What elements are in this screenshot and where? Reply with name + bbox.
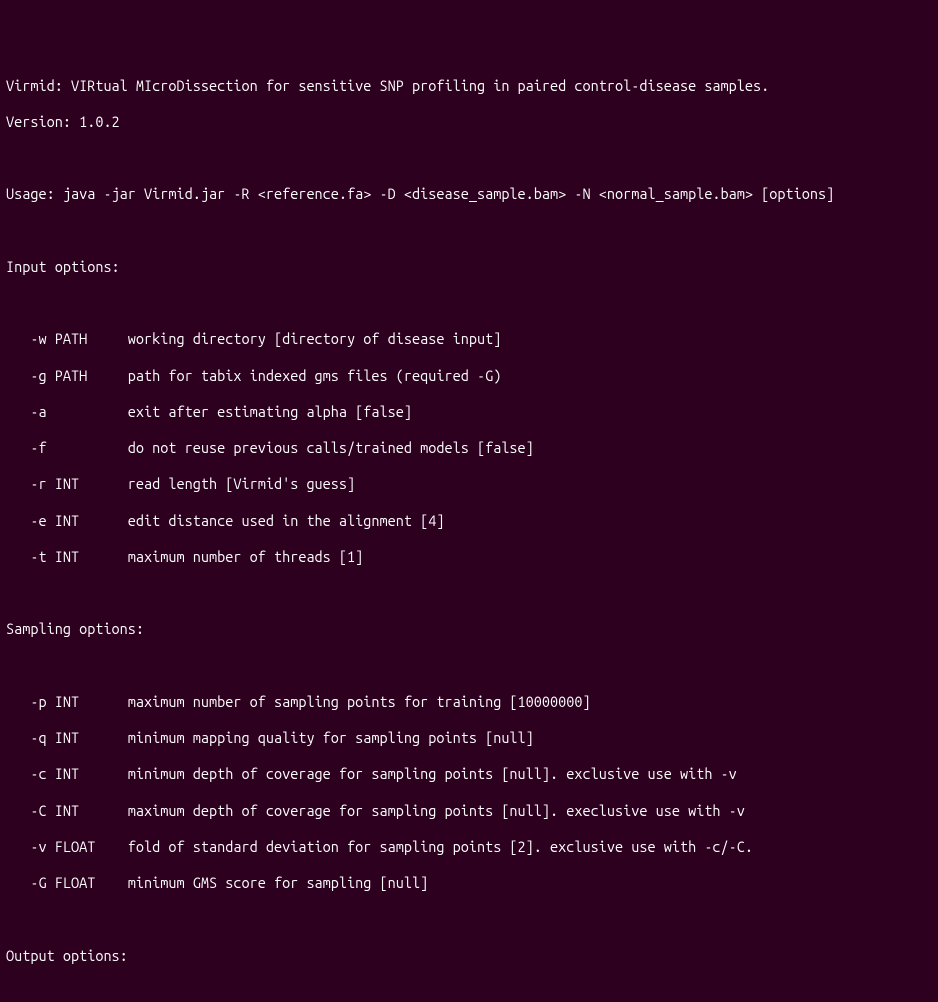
option-f: -f do not reuse previous calls/trained m… — [6, 439, 932, 457]
usage-line: Usage: java -jar Virmid.jar -R <referenc… — [6, 185, 932, 203]
option-c-lower: -c INT minimum depth of coverage for sam… — [6, 765, 932, 783]
option-c-upper: -C INT maximum depth of coverage for sam… — [6, 802, 932, 820]
option-a: -a exit after estimating alpha [false] — [6, 403, 932, 421]
option-v: -v FLOAT fold of standard deviation for … — [6, 838, 932, 856]
app-version: Version: 1.0.2 — [6, 113, 932, 131]
blank-line — [6, 657, 932, 675]
option-g: -g PATH path for tabix indexed gms files… — [6, 367, 932, 385]
blank-line — [6, 294, 932, 312]
blank-line — [6, 983, 932, 1001]
sampling-options-header: Sampling options: — [6, 620, 932, 638]
output-options-header: Output options: — [6, 947, 932, 965]
option-w: -w PATH working directory [directory of … — [6, 330, 932, 348]
option-r: -r INT read length [Virmid's guess] — [6, 475, 932, 493]
option-g-upper: -G FLOAT minimum GMS score for sampling … — [6, 874, 932, 892]
option-e: -e INT edit distance used in the alignme… — [6, 512, 932, 530]
option-t: -t INT maximum number of threads [1] — [6, 548, 932, 566]
app-title: Virmid: VIRtual MIcroDissection for sens… — [6, 77, 932, 95]
option-p: -p INT maximum number of sampling points… — [6, 693, 932, 711]
blank-line — [6, 222, 932, 240]
input-options-header: Input options: — [6, 258, 932, 276]
blank-line — [6, 149, 932, 167]
option-q: -q INT minimum mapping quality for sampl… — [6, 729, 932, 747]
blank-line — [6, 910, 932, 928]
blank-line — [6, 584, 932, 602]
